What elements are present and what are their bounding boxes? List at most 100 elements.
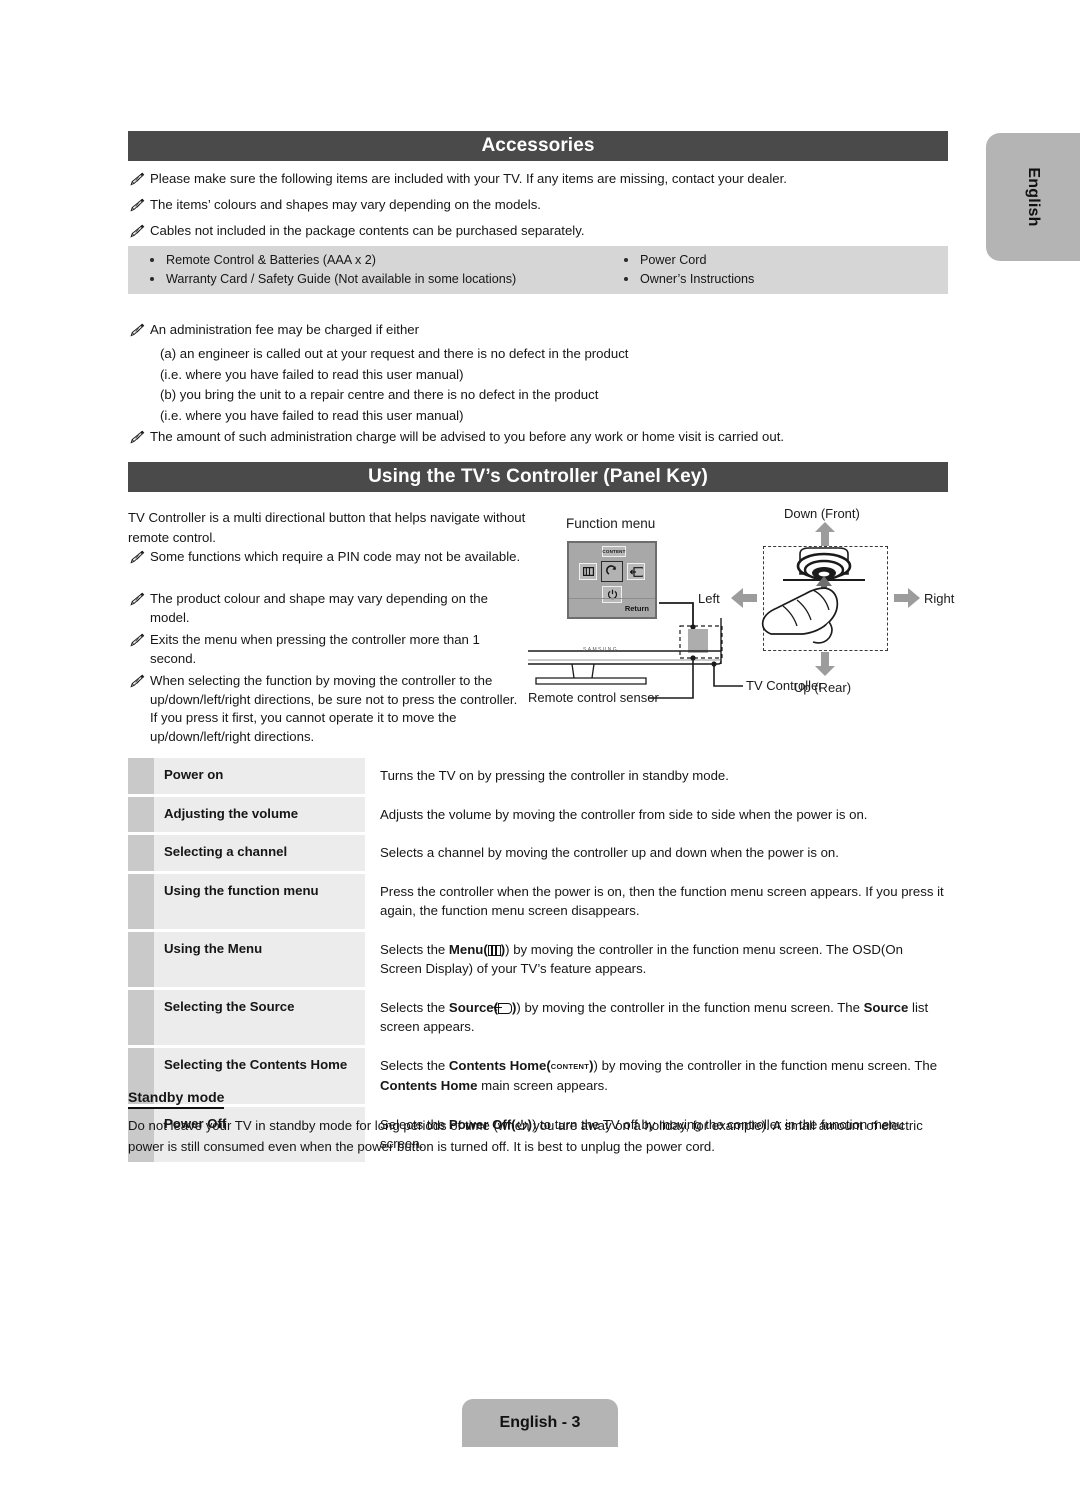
fee-line: (i.e. where you have failed to read this… [160, 408, 464, 423]
remote-sensor-label: Remote control sensor [528, 690, 659, 705]
source-icon [629, 566, 643, 577]
row-description: Selects a channel by moving the controll… [365, 835, 948, 871]
desc-strong: Menu( [448, 941, 488, 957]
language-tab-label: English [1025, 167, 1042, 227]
note-item: An administration fee may be charged if … [128, 321, 948, 340]
menu-icon [487, 944, 501, 956]
pencil-icon [130, 430, 145, 444]
standby-body: Do not leave your TV in standby mode for… [128, 1118, 923, 1154]
row-stripe [128, 989, 154, 1045]
pencil-icon [130, 198, 145, 212]
page-footer-badge: English - 3 [462, 1399, 618, 1447]
row-label: Selecting the Source [154, 989, 365, 1045]
desc-text-tail: main screen appears. [477, 1078, 608, 1093]
fee-line: (i.e. where you have failed to read this… [160, 367, 464, 382]
list-item: Power Cord [614, 251, 934, 270]
direction-label-down-front: Down (Front) [784, 506, 860, 521]
desc-text: Adjusts the volume by moving the control… [380, 806, 868, 822]
source-icon [494, 1002, 513, 1014]
pencil-icon [130, 674, 145, 688]
note-text: Please make sure the following items are… [150, 171, 787, 186]
pencil-icon [130, 323, 145, 337]
controller-intro: TV Controller is a multi directional but… [128, 510, 526, 545]
note-text: The amount of such administration charge… [150, 429, 785, 444]
row-label: Using the Menu [154, 931, 365, 987]
desc-text-post: ) by moving the controller in the functi… [593, 1057, 938, 1073]
note-item: Cables not included in the package conte… [128, 222, 948, 241]
function-menu-osd: CONTENT Return [567, 541, 657, 619]
content-key: CONTENT [602, 546, 626, 557]
row-stripe [128, 796, 154, 832]
row-stripe [128, 873, 154, 929]
arrow-left-icon [731, 588, 757, 608]
table-row: Using the Menu Selects the Menu()) by mo… [128, 931, 948, 987]
row-label: Adjusting the volume [154, 796, 365, 832]
table-row: Power on Turns the TV on by pressing the… [128, 758, 948, 794]
table-row: Selecting a channel Selects a channel by… [128, 835, 948, 871]
list-item-label: Owner’s Instructions [640, 272, 755, 286]
manual-page: English Accessories Please make sure the… [0, 0, 1080, 1494]
tv-brand-label: SAMSUNG [583, 647, 619, 653]
accessories-column-right: Power Cord Owner’s Instructions [614, 251, 934, 289]
section-title-controller: Using the TV’s Controller (Panel Key) [368, 466, 708, 487]
note-item: The amount of such administration charge… [128, 428, 958, 447]
pencil-icon [130, 224, 145, 238]
section-title-accessories: Accessories [481, 135, 595, 156]
arrow-down-icon [815, 652, 835, 676]
return-icon [605, 565, 616, 575]
row-description: Adjusts the volume by moving the control… [365, 797, 948, 833]
menu-icon [582, 567, 594, 576]
direction-label-right: Right [924, 591, 955, 606]
table-row: Selecting the Contents Home Selects the … [128, 1047, 948, 1104]
page-number-label: English - 3 [499, 1414, 581, 1431]
menu-key [579, 563, 597, 580]
desc-text-post: ) by moving the controller in the functi… [516, 999, 864, 1015]
accessories-column-left: Remote Control & Batteries (AAA x 2) War… [140, 251, 600, 289]
source-key [627, 563, 645, 580]
arrow-up-icon [815, 522, 835, 546]
desc-text: Selects the [380, 1057, 449, 1073]
desc-strong: Contents Home( [448, 1057, 551, 1073]
row-description: Turns the TV on by pressing the controll… [365, 758, 948, 794]
list-item-label: Remote Control & Batteries (AAA x 2) [166, 253, 376, 267]
note-text: Exits the menu when pressing the control… [150, 632, 480, 666]
table-row: Selecting the Source Selects the Source(… [128, 989, 948, 1045]
desc-text: Turns the TV on by pressing the controll… [380, 768, 729, 783]
return-label: Return [569, 598, 655, 617]
desc-text: Selects the [380, 999, 449, 1015]
pencil-icon [130, 633, 145, 647]
pencil-icon [130, 592, 145, 606]
note-item: The items’ colours and shapes may vary d… [128, 196, 948, 215]
section-header-controller: Using the TV’s Controller (Panel Key) [128, 462, 948, 492]
note-item: Please make sure the following items are… [128, 170, 948, 189]
note-item: When selecting the function by moving th… [128, 672, 528, 746]
note-item: Some functions which require a PIN code … [128, 548, 528, 567]
row-stripe [128, 835, 154, 871]
desc-strong-2: Contents Home [380, 1078, 478, 1093]
note-text: The items’ colours and shapes may vary d… [150, 197, 541, 212]
list-item: Remote Control & Batteries (AAA x 2) [140, 251, 600, 270]
section-header-accessories: Accessories [128, 131, 948, 161]
note-text: The product colour and shape may vary de… [150, 591, 488, 625]
table-row: Adjusting the volume Adjusts the volume … [128, 796, 948, 833]
note-text: Cables not included in the package conte… [150, 223, 585, 238]
list-item-label: Power Cord [640, 253, 707, 267]
note-text: Some functions which require a PIN code … [150, 549, 521, 564]
desc-strong-2: Source [863, 999, 909, 1015]
note-text: When selecting the function by moving th… [150, 673, 518, 744]
content-key-label: CONTENT [602, 549, 626, 554]
pencil-icon [130, 550, 145, 564]
row-stripe [128, 931, 154, 987]
row-label: Selecting a channel [154, 835, 365, 871]
bullet-icon [624, 277, 628, 281]
language-tab: English [986, 133, 1080, 261]
content-icon: CONTENT [550, 1061, 590, 1071]
table-row: Using the function menu Press the contro… [128, 873, 948, 929]
row-label: Power on [154, 758, 365, 794]
desc-text: Selects a channel by moving the controll… [380, 845, 839, 860]
desc-text: Press the controller when the power is o… [380, 883, 944, 919]
controller-function-table: Power on Turns the TV on by pressing the… [128, 758, 948, 1165]
desc-text: Selects the [380, 941, 449, 957]
fee-line: (b) you bring the unit to a repair centr… [160, 387, 599, 402]
row-description: Selects the Menu()) by moving the contro… [365, 932, 948, 987]
